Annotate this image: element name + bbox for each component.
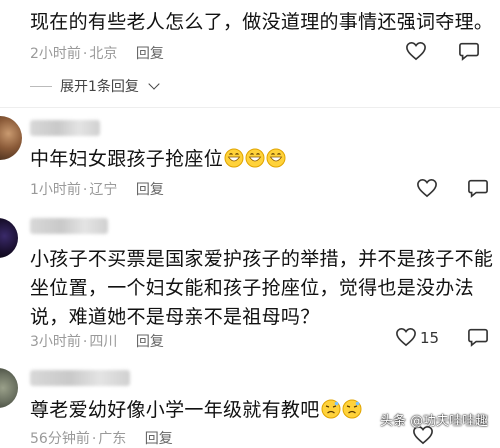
expand-replies-label: 展开1条回复 bbox=[60, 79, 139, 95]
comment-1-time: 2小时前 bbox=[30, 46, 81, 62]
comment-1-reply-button[interactable]: 回复 bbox=[136, 46, 164, 62]
comment-4-reply-button[interactable]: 回复 bbox=[145, 431, 173, 447]
comment-2-time: 1小时前 bbox=[30, 182, 81, 198]
comment-1-meta: 2小时前 · 北京 回复 bbox=[30, 46, 164, 62]
avatar[interactable] bbox=[0, 116, 22, 160]
comment-bubble-icon[interactable] bbox=[458, 41, 480, 61]
comment-3-line-2: 坐位置，一个妇女能和孩子抢座位，觉得也是没办法 bbox=[30, 277, 474, 299]
comment-2-meta: 1小时前 · 辽宁 回复 bbox=[30, 182, 164, 198]
avatar[interactable] bbox=[0, 368, 18, 408]
comment-1-location: 北京 bbox=[89, 46, 118, 62]
username-blurred[interactable] bbox=[30, 218, 108, 234]
username-blurred[interactable] bbox=[30, 370, 130, 386]
comment-1-text: 现在的有些老人怎么了，做没道理的事情还强词夺理。 bbox=[30, 11, 494, 33]
heart-outline-icon[interactable] bbox=[395, 327, 417, 347]
comment-4-text-content: 尊老爱幼好像小学一年级就有教吧 bbox=[30, 399, 320, 421]
grinning-emoji bbox=[223, 148, 286, 170]
comment-4-text: 尊老爱幼好像小学一年级就有教吧 bbox=[30, 396, 362, 425]
comment-3-line-3: 说，难道她不是母亲不是祖母吗？ bbox=[30, 306, 320, 328]
comment-4-location: 广东 bbox=[98, 431, 127, 447]
divider bbox=[0, 107, 500, 108]
tired-face-emoji bbox=[320, 399, 362, 421]
comment-3-time: 3小时前 bbox=[30, 334, 81, 350]
comment-3-reply-button[interactable]: 回复 bbox=[136, 334, 164, 350]
comment-3-text: 小孩子不买票是国家爱护孩子的举措，并不是孩子不能 坐位置，一个妇女能和孩子抢座位… bbox=[30, 245, 493, 332]
chevron-down-icon bbox=[148, 78, 160, 90]
heart-outline-icon[interactable] bbox=[405, 41, 427, 61]
comment-bubble-icon[interactable] bbox=[467, 327, 489, 347]
comment-2-location: 辽宁 bbox=[89, 182, 118, 198]
expand-replies[interactable]: 展开1条回复 bbox=[30, 76, 160, 96]
expand-line bbox=[30, 86, 52, 87]
comment-2-text-content: 中年妇女跟孩子抢座位 bbox=[30, 148, 224, 170]
comment-4-time: 56分钟前 bbox=[30, 431, 90, 447]
comment-2-reply-button[interactable]: 回复 bbox=[136, 182, 164, 198]
comment-3-location: 四川 bbox=[89, 334, 118, 350]
heart-outline-icon[interactable] bbox=[416, 178, 438, 198]
comment-3-meta: 3小时前 · 四川 回复 bbox=[30, 334, 164, 350]
watermark: 头条 @功夫哇哇趣 bbox=[380, 414, 489, 429]
username-blurred[interactable] bbox=[30, 120, 100, 136]
comment-4-meta: 56分钟前 · 广东 回复 bbox=[30, 431, 173, 447]
like-count: 15 bbox=[420, 329, 440, 347]
avatar[interactable] bbox=[0, 218, 18, 258]
comment-bubble-icon[interactable] bbox=[467, 178, 489, 198]
comment-2-text: 中年妇女跟孩子抢座位 bbox=[30, 145, 286, 174]
comment-3-line-1: 小孩子不买票是国家爱护孩子的举措，并不是孩子不能 bbox=[30, 248, 494, 270]
